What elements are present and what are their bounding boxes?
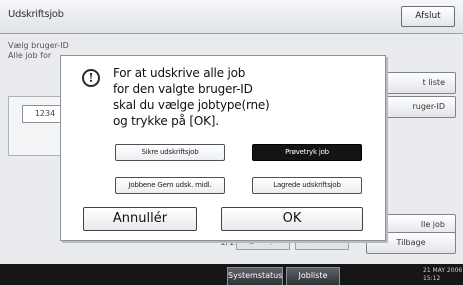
time-text: 15:12 (423, 275, 441, 282)
dialog-message-line: For at udskrive alle job (113, 66, 246, 80)
all-jobs-label: Alle job for (8, 51, 52, 60)
sample-print-job-option[interactable]: Prøvetryk job (252, 144, 362, 161)
dialog-message-line: skal du vælge jobtype(rne) (113, 98, 270, 112)
secure-print-job-option[interactable]: Sikre udskriftsjob (115, 144, 225, 161)
dialog-message-line: og trykke på [OK]. (113, 114, 219, 128)
ok-button[interactable]: OK (221, 207, 363, 231)
dialog-message-line: for den valgte bruger-ID (113, 82, 253, 96)
confirm-dialog: ! For at udskrive alle job for den valgt… (60, 55, 386, 241)
info-icon: ! (82, 69, 100, 87)
date-text: 21 MAY 2006 (423, 267, 463, 274)
clock: 21 MAY 2006 15:12 (423, 267, 462, 283)
hold-print-job-option[interactable]: Jobbene Gem udsk. midl. (115, 177, 225, 194)
select-user-label: Vælg bruger-ID (8, 41, 69, 50)
cancel-button[interactable]: Annullér (83, 207, 197, 231)
tab-job-list[interactable]: Jobliste (286, 267, 340, 285)
stored-print-job-option[interactable]: Lagrede udskriftsjob (252, 177, 362, 194)
exit-button[interactable]: Afslut (401, 6, 455, 27)
screen-title: Udskriftsjob (8, 9, 64, 20)
title-bar: Udskriftsjob Afslut (0, 0, 463, 34)
job-list-button[interactable]: t liste (380, 72, 456, 94)
status-bar: Systemstatus Jobliste 21 MAY 2006 15:12 (0, 264, 463, 285)
tab-system-status[interactable]: Systemstatus (227, 267, 283, 285)
user-id-list-button[interactable]: ruger-ID (380, 96, 456, 118)
job-screen: Udskriftsjob Afslut Vælg bruger-ID Alle … (0, 0, 463, 264)
